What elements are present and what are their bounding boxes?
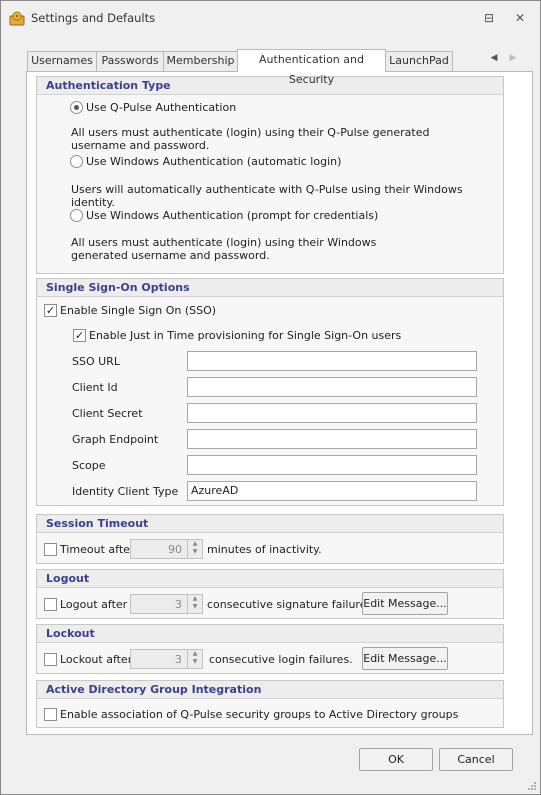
settings-gear-icon <box>9 11 25 26</box>
jit-provisioning-label[interactable]: Enable Just in Time provisioning for Sin… <box>89 329 401 342</box>
client-id-label: Client Id <box>72 381 118 394</box>
lockout-label[interactable]: Lockout after <box>60 653 132 666</box>
enable-sso-label[interactable]: Enable Single Sign On (SSO) <box>60 304 216 317</box>
tab-scroll-left-icon[interactable]: ◀ <box>488 53 500 63</box>
client-secret-label: Client Secret <box>72 407 143 420</box>
identity-client-type-input[interactable]: AzureAD <box>187 481 477 501</box>
windows-prompt-auth-radio[interactable] <box>70 209 83 222</box>
sso-header: Single Sign-On Options <box>37 279 503 297</box>
close-icon[interactable]: ✕ <box>512 10 528 26</box>
session-timeout-header: Session Timeout <box>37 515 503 533</box>
tab-launchpad[interactable]: LaunchPad <box>385 51 453 71</box>
windows-auto-auth-label[interactable]: Use Windows Authentication (automatic lo… <box>86 155 341 168</box>
tab-usernames[interactable]: Usernames <box>27 51 97 71</box>
lockout-value: 3 <box>175 653 182 666</box>
pin-icon[interactable]: ⊟ <box>481 10 497 26</box>
tab-authentication-and-security[interactable]: Authentication and Security <box>237 49 386 86</box>
lockout-header: Lockout <box>37 625 503 643</box>
graph-endpoint-input[interactable] <box>187 429 477 449</box>
tab-panel: Authentication Type Use Q-Pulse Authenti… <box>26 71 533 735</box>
enable-sso-checkbox[interactable]: ✓ <box>44 304 57 317</box>
lockout-suffix: consecutive login failures. <box>209 653 353 666</box>
identity-client-type-label: Identity Client Type <box>72 485 179 498</box>
windows-auto-auth-radio[interactable] <box>70 155 83 168</box>
sso-group: Single Sign-On Options ✓ Enable Single S… <box>36 278 504 506</box>
logout-group: Logout Logout after 3 ▲ ▼ consecutive sig… <box>36 569 504 619</box>
session-timeout-group: Session Timeout Timeout after 90 ▲ ▼ minu… <box>36 514 504 564</box>
ad-group-integration-group: Active Directory Group Integration Enabl… <box>36 680 504 728</box>
session-timeout-suffix: minutes of inactivity. <box>207 543 322 556</box>
windows-prompt-auth-description: All users must authenticate (login) usin… <box>71 236 377 262</box>
tab-scroll-right-icon[interactable]: ▶ <box>507 53 519 63</box>
windows-prompt-auth-label[interactable]: Use Windows Authentication (prompt for c… <box>86 209 378 222</box>
logout-checkbox[interactable] <box>44 598 57 611</box>
sso-url-input[interactable] <box>187 351 477 371</box>
session-timeout-spinner[interactable]: 90 ▲ ▼ <box>130 539 203 559</box>
logout-label[interactable]: Logout after <box>60 598 127 611</box>
spin-arrows-icon[interactable]: ▲ ▼ <box>187 595 202 613</box>
lockout-group: Lockout Lockout after 3 ▲ ▼ consecutive l… <box>36 624 504 674</box>
auth-type-header: Authentication Type <box>37 77 503 95</box>
session-timeout-checkbox[interactable] <box>44 543 57 556</box>
tab-membership[interactable]: Membership <box>163 51 238 71</box>
resize-grip-icon[interactable] <box>527 781 537 791</box>
tab-strip: Usernames Passwords Membership Authentic… <box>27 49 533 86</box>
window-title: Settings and Defaults <box>31 11 156 25</box>
qpulse-auth-description: All users must authenticate (login) usin… <box>71 126 430 152</box>
sso-url-label: SSO URL <box>72 355 120 368</box>
client-secret-input[interactable] <box>187 403 477 423</box>
spin-arrows-icon[interactable]: ▲ ▼ <box>187 650 202 668</box>
scope-input[interactable] <box>187 455 477 475</box>
settings-window: Settings and Defaults ⊟ ✕ Usernames Pass… <box>0 0 541 795</box>
client-id-input[interactable] <box>187 377 477 397</box>
title-bar: Settings and Defaults ⊟ ✕ <box>1 1 540 35</box>
qpulse-auth-label[interactable]: Use Q-Pulse Authentication <box>86 101 236 114</box>
scope-label: Scope <box>72 459 106 472</box>
logout-edit-message-button[interactable]: Edit Message... <box>362 592 448 615</box>
logout-suffix: consecutive signature failures. <box>207 598 376 611</box>
ad-group-checkbox[interactable] <box>44 708 57 721</box>
ad-group-header: Active Directory Group Integration <box>37 681 503 699</box>
lockout-edit-message-button[interactable]: Edit Message... <box>362 647 448 670</box>
graph-endpoint-label: Graph Endpoint <box>72 433 159 446</box>
auth-type-group: Authentication Type Use Q-Pulse Authenti… <box>36 76 504 274</box>
lockout-spinner[interactable]: 3 ▲ ▼ <box>130 649 203 669</box>
session-timeout-value: 90 <box>168 543 182 556</box>
logout-header: Logout <box>37 570 503 588</box>
logout-spinner[interactable]: 3 ▲ ▼ <box>130 594 203 614</box>
session-timeout-label[interactable]: Timeout after <box>60 543 134 556</box>
jit-provisioning-checkbox[interactable]: ✓ <box>73 329 86 342</box>
lockout-checkbox[interactable] <box>44 653 57 666</box>
ad-group-label[interactable]: Enable association of Q-Pulse security g… <box>60 708 458 721</box>
cancel-button[interactable]: Cancel <box>439 748 513 771</box>
tab-passwords[interactable]: Passwords <box>96 51 164 71</box>
windows-auto-auth-description: Users will automatically authenticate wi… <box>71 183 463 209</box>
spin-arrows-icon[interactable]: ▲ ▼ <box>187 540 202 558</box>
ok-button[interactable]: OK <box>359 748 433 771</box>
qpulse-auth-radio[interactable] <box>70 101 83 114</box>
logout-value: 3 <box>175 598 182 611</box>
